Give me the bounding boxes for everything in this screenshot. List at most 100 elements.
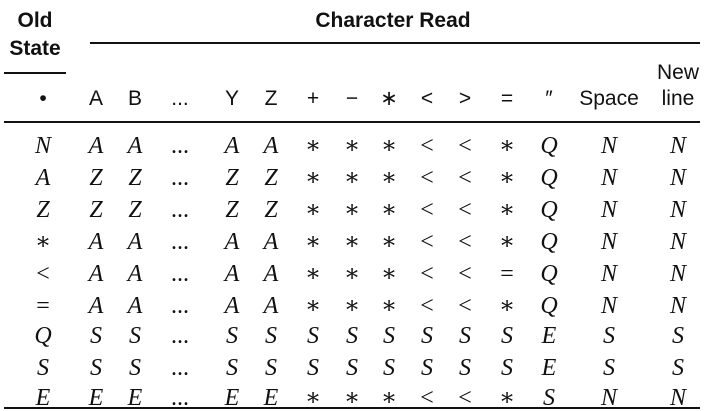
table-cell: E xyxy=(88,385,104,411)
column-header: B xyxy=(127,87,143,110)
table-cell: ∗ xyxy=(304,385,322,411)
table-cell: ... xyxy=(171,197,189,223)
table-cell: ∗ xyxy=(343,133,361,159)
table-cell: < xyxy=(420,197,434,223)
old-state-cell: N xyxy=(34,133,52,159)
table-cell: ∗ xyxy=(343,293,361,319)
table-cell: S xyxy=(226,355,238,381)
old-state-label-line1: Old xyxy=(17,9,53,32)
table-cell: = xyxy=(500,261,514,287)
table-cell: S xyxy=(672,355,684,381)
table-cell: S xyxy=(90,323,102,349)
table-cell: S xyxy=(307,323,319,349)
column-header: ″ xyxy=(545,87,553,110)
table-cell: N xyxy=(600,133,618,159)
table-cell: Z xyxy=(89,165,103,191)
table-cell: S xyxy=(346,323,358,349)
table-cell: A xyxy=(263,229,279,255)
old-state-cell: = xyxy=(36,293,50,319)
table-cell: ∗ xyxy=(380,229,398,255)
table-cell: S xyxy=(129,355,141,381)
table-cell: A xyxy=(263,261,279,287)
table-cell: A xyxy=(127,133,143,159)
column-header: > xyxy=(458,87,472,110)
character-read-rule xyxy=(90,42,700,44)
table-cell: A xyxy=(88,133,104,159)
table-cell: S xyxy=(603,323,615,349)
table-cell: ∗ xyxy=(498,385,516,411)
table-cell: ∗ xyxy=(380,165,398,191)
old-state-label-line2: State xyxy=(9,37,61,60)
table-cell: S xyxy=(383,323,395,349)
table-cell: E xyxy=(224,385,240,411)
column-header: New line xyxy=(656,61,699,110)
table-cell: N xyxy=(600,165,618,191)
table-cell: A xyxy=(224,293,240,319)
table-cell: ∗ xyxy=(304,133,322,159)
table-cell: N xyxy=(600,261,618,287)
table-cell: N xyxy=(600,229,618,255)
table-cell: Q xyxy=(540,293,558,319)
column-header: − xyxy=(345,87,359,110)
table-cell: ∗ xyxy=(304,261,322,287)
table-cell: ∗ xyxy=(380,385,398,411)
table-cell: < xyxy=(420,133,434,159)
column-header: = xyxy=(500,87,514,110)
table-cell: S xyxy=(421,355,433,381)
table-cell: Z xyxy=(225,165,239,191)
table-cell: < xyxy=(420,385,434,411)
column-header: Y xyxy=(224,87,240,110)
old-state-cell: ∗ xyxy=(34,229,52,255)
column-header: ∗ xyxy=(380,87,398,110)
table-cell: N xyxy=(669,293,687,319)
table-cell: ∗ xyxy=(380,133,398,159)
table-cell: S xyxy=(265,323,277,349)
table-cell: E xyxy=(541,323,557,349)
table-cell: S xyxy=(346,355,358,381)
table-cell: ∗ xyxy=(343,385,361,411)
table-cell: ∗ xyxy=(498,293,516,319)
table-cell: S xyxy=(672,323,684,349)
table-cell: Q xyxy=(540,229,558,255)
table-cell: ∗ xyxy=(343,165,361,191)
old-state-cell: A xyxy=(35,165,51,191)
table-cell: S xyxy=(603,355,615,381)
column-header: A xyxy=(88,87,104,110)
table-cell: ∗ xyxy=(380,197,398,223)
table-cell: ∗ xyxy=(304,229,322,255)
table-cell: ... xyxy=(171,229,189,255)
old-state-cell: < xyxy=(36,261,50,287)
table-cell: N xyxy=(669,385,687,411)
table-cell: ∗ xyxy=(498,133,516,159)
table-cell: A xyxy=(127,261,143,287)
table-cell: ... xyxy=(171,261,189,287)
column-header: + xyxy=(306,87,320,110)
table-cell: < xyxy=(458,229,472,255)
table-cell: A xyxy=(88,293,104,319)
table-cell: < xyxy=(420,165,434,191)
table-cell: S xyxy=(129,323,141,349)
table-cell: N xyxy=(669,197,687,223)
table-cell: ... xyxy=(171,385,189,411)
table-cell: Z xyxy=(128,197,142,223)
table-cell: N xyxy=(669,261,687,287)
table-cell: S xyxy=(265,355,277,381)
table-cell: A xyxy=(88,261,104,287)
table-cell: Q xyxy=(540,133,558,159)
table-cell: S xyxy=(501,323,513,349)
table-cell: < xyxy=(458,261,472,287)
table-cell: N xyxy=(669,229,687,255)
table-cell: Z xyxy=(225,197,239,223)
table-cell: ∗ xyxy=(343,197,361,223)
table-cell: S xyxy=(226,323,238,349)
table-cell: ∗ xyxy=(380,261,398,287)
table-cell: S xyxy=(383,355,395,381)
table-cell: ∗ xyxy=(498,165,516,191)
table-cell: ... xyxy=(171,323,189,349)
table-cell: ... xyxy=(171,133,189,159)
table-cell: ∗ xyxy=(380,293,398,319)
column-header: Z xyxy=(264,87,278,110)
table-cell: < xyxy=(458,133,472,159)
table-cell: ∗ xyxy=(304,293,322,319)
table-cell: ... xyxy=(171,293,189,319)
